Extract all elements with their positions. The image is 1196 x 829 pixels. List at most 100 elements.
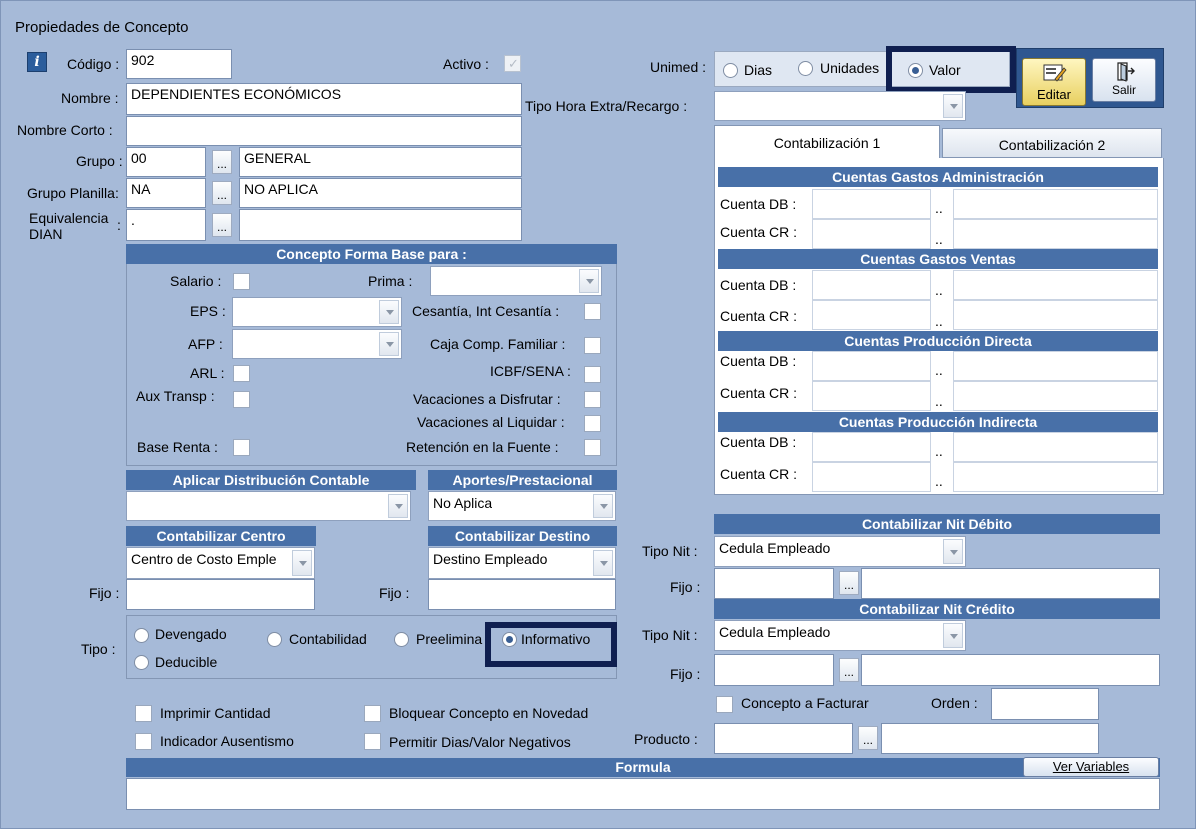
formula-input[interactable] xyxy=(126,778,1160,810)
bloquear-checkbox[interactable] xyxy=(364,705,381,722)
tab-contabilizacion-2[interactable]: Contabilización 2 xyxy=(942,128,1162,158)
ventas-db-input[interactable] xyxy=(812,270,931,300)
indirecta-cr-input[interactable] xyxy=(812,462,931,492)
activo-checkbox[interactable]: ✓ xyxy=(504,55,521,72)
nit-debito-header: Contabilizar Nit Débito xyxy=(714,514,1160,534)
retencion-checkbox[interactable] xyxy=(584,439,601,456)
directa-cr-name-input[interactable] xyxy=(953,381,1158,411)
ventas-cr-name-input[interactable] xyxy=(953,300,1158,330)
edit-button[interactable]: Editar xyxy=(1022,58,1086,106)
nit-credito-lookup-button[interactable]: ... xyxy=(839,658,859,682)
admin-cr-name-input[interactable] xyxy=(953,219,1158,249)
admin-db-name-input[interactable] xyxy=(953,189,1158,219)
unimed-radio-unidades[interactable] xyxy=(798,61,813,76)
eps-label: EPS : xyxy=(190,303,226,319)
directa-db-name-input[interactable] xyxy=(953,351,1158,381)
nit-credito-fijo-input[interactable] xyxy=(714,654,834,686)
admin-cr-input[interactable] xyxy=(812,219,931,249)
chevron-down-icon xyxy=(943,94,963,118)
unimed-option-dias: Dias xyxy=(744,62,773,78)
aux-checkbox[interactable] xyxy=(233,391,250,408)
imprimir-checkbox[interactable] xyxy=(135,705,152,722)
exit-button[interactable]: Salir xyxy=(1092,58,1156,102)
activo-label: Activo : xyxy=(443,56,489,72)
destino-dropdown[interactable]: Destino Empleado xyxy=(428,547,616,579)
grupo-lookup-button[interactable]: ... xyxy=(212,150,232,174)
permitir-checkbox[interactable] xyxy=(364,733,381,750)
orden-input[interactable] xyxy=(991,688,1099,720)
producto-name-input[interactable] xyxy=(881,723,1099,754)
facturar-checkbox[interactable] xyxy=(716,696,733,713)
nombre-corto-input[interactable] xyxy=(126,116,522,146)
nit-credito-tipo-dropdown[interactable]: Cedula Empleado xyxy=(714,620,966,651)
ver-variables-button[interactable]: Ver Variables xyxy=(1023,757,1159,777)
indirecta-db-name-input[interactable] xyxy=(953,432,1158,462)
grupo-planilla-lookup-button[interactable]: ... xyxy=(212,181,232,205)
chevron-down-icon xyxy=(943,623,963,648)
nit-debito-name-input[interactable] xyxy=(861,568,1160,599)
cesantia-checkbox[interactable] xyxy=(584,303,601,320)
cuentas-directa-header: Cuentas Producción Directa xyxy=(718,331,1158,351)
directa-cr-input[interactable] xyxy=(812,381,931,411)
unimed-radio-dias[interactable] xyxy=(723,63,738,78)
codigo-input[interactable]: 902 xyxy=(126,49,232,79)
distribucion-dropdown[interactable] xyxy=(126,491,411,521)
tipo-radio-deducible[interactable] xyxy=(134,655,149,670)
nit-debito-tipo-label: Tipo Nit : xyxy=(642,543,698,559)
nit-credito-fijo-label: Fijo : xyxy=(670,666,701,682)
centro-fijo-input[interactable] xyxy=(126,579,315,610)
vac-disfrutar-checkbox[interactable] xyxy=(584,391,601,408)
tipo-radio-contabilidad[interactable] xyxy=(267,632,282,647)
grupo-planilla-code-input[interactable]: NA xyxy=(126,178,206,208)
vac-liquidar-checkbox[interactable] xyxy=(584,415,601,432)
grupo-planilla-label: Grupo Planilla: xyxy=(27,185,119,201)
destino-fijo-input[interactable] xyxy=(428,579,616,610)
grupo-code-input[interactable]: 00 xyxy=(126,147,206,177)
ventas-db-name-input[interactable] xyxy=(953,270,1158,300)
producto-lookup-button[interactable]: ... xyxy=(858,726,878,750)
eps-dropdown[interactable] xyxy=(232,297,402,327)
chevron-down-icon xyxy=(379,300,399,324)
salario-checkbox[interactable] xyxy=(233,273,250,290)
nit-debito-lookup-button[interactable]: ... xyxy=(839,571,859,595)
directa-cr-sep: .. xyxy=(935,393,943,409)
tipo-option-deducible: Deducible xyxy=(155,654,218,670)
aportes-dropdown[interactable]: No Aplica xyxy=(428,491,616,521)
indirecta-cr-name-input[interactable] xyxy=(953,462,1158,492)
icbf-checkbox[interactable] xyxy=(584,366,601,383)
info-icon[interactable]: i xyxy=(27,52,47,72)
equivalencia-lookup-button[interactable]: ... xyxy=(212,213,232,237)
caja-checkbox[interactable] xyxy=(584,337,601,354)
afp-dropdown[interactable] xyxy=(232,329,402,359)
nit-credito-name-input[interactable] xyxy=(861,654,1160,686)
cuentas-ventas-header: Cuentas Gastos Ventas xyxy=(718,249,1158,269)
tipo-radio-preelimina[interactable] xyxy=(394,632,409,647)
prima-dropdown[interactable] xyxy=(430,266,602,296)
cuentas-indirecta-header: Cuentas Producción Indirecta xyxy=(718,412,1158,432)
admin-db-input[interactable] xyxy=(812,189,931,219)
tab-contabilizacion-1[interactable]: Contabilización 1 xyxy=(714,125,940,160)
directa-db-input[interactable] xyxy=(812,351,931,381)
grupo-planilla-name-input[interactable]: NO APLICA xyxy=(239,178,522,208)
equivalencia-code-input[interactable]: . xyxy=(126,209,206,241)
tipo-hora-dropdown[interactable] xyxy=(714,91,966,121)
arl-checkbox[interactable] xyxy=(233,365,250,382)
tipo-radio-devengado[interactable] xyxy=(134,628,149,643)
equivalencia-name-input[interactable] xyxy=(239,209,522,241)
base-renta-checkbox[interactable] xyxy=(233,439,250,456)
nit-debito-tipo-dropdown[interactable]: Cedula Empleado xyxy=(714,536,966,567)
ventas-cr-label: Cuenta CR : xyxy=(720,308,798,324)
exit-button-label: Salir xyxy=(1111,83,1136,97)
centro-dropdown[interactable]: Centro de Costo Emple xyxy=(126,547,315,579)
nombre-input[interactable]: DEPENDIENTES ECONÓMICOS xyxy=(126,83,522,115)
unimed-label: Unimed : xyxy=(650,59,707,75)
ausentismo-checkbox[interactable] xyxy=(135,733,152,750)
nit-debito-fijo-input[interactable] xyxy=(714,568,834,599)
nit-credito-tipo-label: Tipo Nit : xyxy=(642,627,698,643)
orden-label: Orden : xyxy=(931,695,978,711)
chevron-down-icon xyxy=(593,550,613,576)
grupo-name-input[interactable]: GENERAL xyxy=(239,147,522,177)
ventas-cr-input[interactable] xyxy=(812,300,931,330)
indirecta-db-input[interactable] xyxy=(812,432,931,462)
producto-code-input[interactable] xyxy=(714,723,853,754)
